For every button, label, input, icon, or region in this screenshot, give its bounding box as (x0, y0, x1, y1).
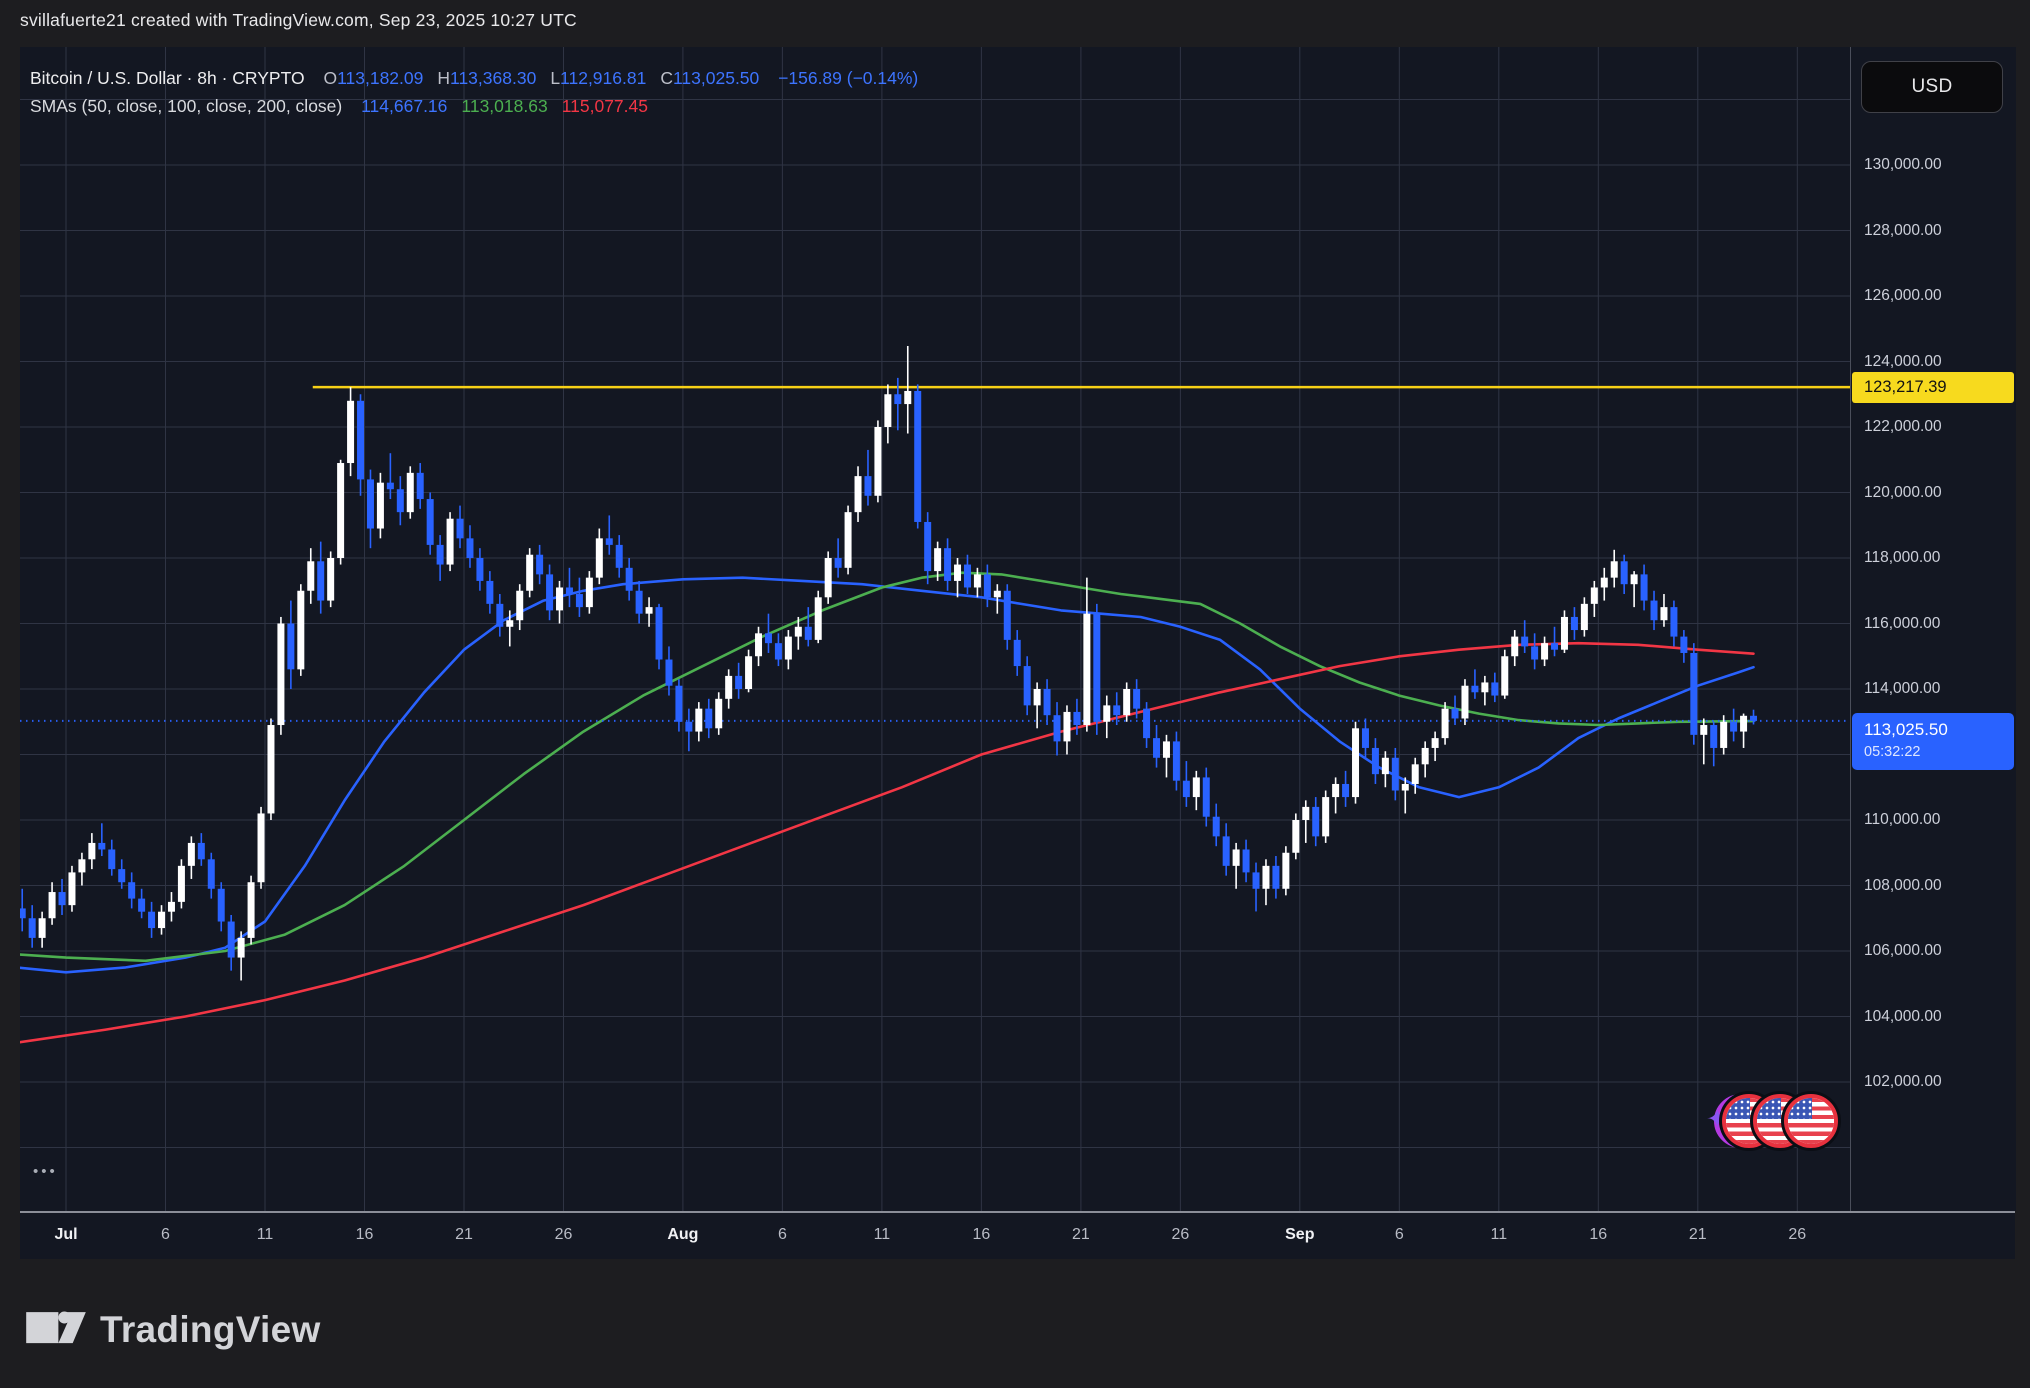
time-axis-label: 11 (874, 1226, 891, 1244)
currency-toggle-button[interactable]: USD (1861, 61, 2003, 113)
time-axis-label: Sep (1285, 1226, 1314, 1244)
ohlc-letter: O (323, 68, 337, 88)
price-axis-label: 110,000.00 (1864, 811, 1940, 829)
time-axis-label: 21 (455, 1226, 473, 1244)
time-axis-label: 11 (257, 1226, 274, 1244)
time-axis-label: 26 (555, 1226, 573, 1244)
price-axis-label: 116,000.00 (1864, 615, 1940, 633)
tradingview-logo-icon (25, 1308, 87, 1352)
sma-current-value: 114,667.16 (361, 96, 447, 116)
time-axis-label: 26 (1171, 1226, 1189, 1244)
bar-countdown: 05:32:22 (1864, 744, 2014, 760)
time-axis-label: 6 (161, 1226, 170, 1244)
time-axis[interactable]: Jul 6 11 16 21 26 Aug 6 11 16 21 26 Sep 6 11 16 21 26 (20, 1211, 2015, 1259)
time-axis-label: 16 (972, 1226, 990, 1244)
ohlc-letter: L (550, 68, 560, 88)
ohlc-value: 113,182.09 (337, 68, 423, 88)
price-axis-label: 102,000.00 (1864, 1073, 1942, 1091)
sma-values: 114,667.16 113,018.63 115,077.45 (347, 96, 648, 116)
price-axis-label: 124,000.00 (1864, 353, 1942, 371)
price-axis-label: 128,000.00 (1864, 222, 1942, 240)
tradingview-chart-window: svillafuerte21 created with TradingView.… (0, 0, 2030, 1388)
last-price-badge: 113,025.50 05:32:22 (1852, 713, 2014, 770)
tradingview-logo[interactable]: TradingView (25, 1308, 321, 1352)
time-axis-label: Aug (667, 1226, 698, 1244)
legend-sma-row[interactable]: SMAs (50, close, 100, close, 200, close)… (30, 98, 918, 116)
attribution-text: svillafuerte21 created with TradingView.… (20, 10, 577, 31)
change-value: −156.89 (−0.14%) (778, 68, 918, 88)
price-axis-label: 130,000.00 (1864, 156, 1942, 174)
more-options-button[interactable]: ••• (33, 1163, 58, 1180)
price-axis-label: 118,000.00 (1864, 549, 1940, 567)
price-axis-label: 108,000.00 (1864, 877, 1942, 895)
ohlc-value: 113,025.50 (673, 68, 759, 88)
price-axis-label: 104,000.00 (1864, 1008, 1942, 1026)
candlestick-chart (20, 47, 1850, 1211)
time-axis-label: 6 (778, 1226, 787, 1244)
time-axis-label: 6 (1395, 1226, 1404, 1244)
chart-legend: Bitcoin / U.S. Dollar · 8h · CRYPTO O113… (30, 70, 918, 125)
price-axis-label: 126,000.00 (1864, 287, 1942, 305)
price-axis-label: 106,000.00 (1864, 942, 1942, 960)
price-axis[interactable]: USD 130,000.00 128,000.00 126,000.00 124,00… (1850, 47, 2016, 1211)
time-axis-label: 21 (1689, 1226, 1707, 1244)
ohlc-values: O113,182.09 H113,368.30 L112,916.81 C113,02… (309, 68, 759, 88)
time-axis-label: 21 (1072, 1226, 1090, 1244)
time-axis-label: 26 (1788, 1226, 1806, 1244)
price-axis-label: 122,000.00 (1864, 418, 1942, 436)
chart-plot-area[interactable] (20, 47, 1850, 1211)
ohlc-letter: H (437, 68, 450, 88)
symbol-title: Bitcoin / U.S. Dollar · 8h · CRYPTO (30, 68, 305, 88)
sma-current-value: 115,077.45 (562, 96, 648, 116)
time-axis-label: 16 (1589, 1226, 1607, 1244)
sma-current-value: 113,018.63 (461, 96, 547, 116)
horizontal-line-price-badge: 123,217.39 (1852, 372, 2014, 403)
time-axis-label: 16 (356, 1226, 374, 1244)
ohlc-value: 112,916.81 (560, 68, 646, 88)
us-flag-icon (1784, 1094, 1838, 1148)
time-axis-label: 11 (1490, 1226, 1507, 1244)
tradingview-logo-text: TradingView (100, 1309, 321, 1351)
price-axis-label: 120,000.00 (1864, 484, 1942, 502)
price-axis-label: 114,000.00 (1864, 680, 1940, 698)
sma-indicator-label: SMAs (50, close, 100, close, 200, close) (30, 96, 342, 116)
ohlc-value: 113,368.30 (450, 68, 536, 88)
legend-symbol-row[interactable]: Bitcoin / U.S. Dollar · 8h · CRYPTO O113… (30, 70, 918, 88)
time-axis-label: Jul (54, 1226, 77, 1244)
ohlc-letter: C (660, 68, 673, 88)
last-price-value: 113,025.50 (1864, 720, 2014, 740)
